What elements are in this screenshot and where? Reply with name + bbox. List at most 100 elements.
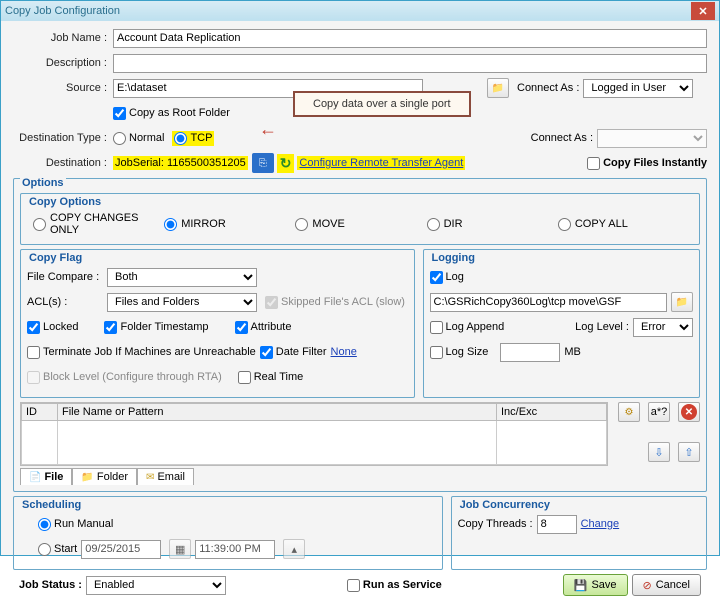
time-spinner: ▴: [283, 539, 305, 559]
callout-arrow-icon: ←: [259, 119, 277, 140]
wildcard-button[interactable]: a*?: [648, 402, 670, 422]
tab-email[interactable]: Email: [137, 468, 194, 485]
import-icon: ⇩: [654, 446, 663, 459]
opt-dir-radio[interactable]: DIR: [427, 212, 556, 236]
acl-label: ACL(s) :: [27, 296, 107, 308]
start-radio[interactable]: Start: [38, 543, 77, 556]
jobname-input[interactable]: [113, 29, 707, 48]
add-pattern-button[interactable]: [618, 402, 640, 422]
opt-all-radio[interactable]: COPY ALL: [558, 212, 687, 236]
copyoptions-legend: Copy Options: [27, 196, 103, 208]
gear-icon: [625, 406, 634, 418]
mb-label: MB: [564, 346, 581, 358]
save-button[interactable]: Save: [563, 574, 628, 596]
opt-mirror-radio[interactable]: MIRROR: [164, 212, 293, 236]
description-input[interactable]: [113, 54, 707, 73]
cancel-button[interactable]: Cancel: [632, 574, 701, 596]
configure-agent-link[interactable]: Configure Remote Transfer Agent: [297, 156, 465, 170]
threads-input[interactable]: [537, 515, 577, 534]
desttype-normal-radio[interactable]: Normal: [113, 132, 164, 145]
filecompare-select[interactable]: Both: [107, 268, 257, 287]
browse-log-button[interactable]: [671, 292, 693, 312]
save-icon: [574, 579, 588, 592]
delete-icon: ✕: [681, 404, 697, 420]
col-name: File Name or Pattern: [58, 404, 497, 421]
window: Copy Job Configuration ✕ Job Name : Desc…: [0, 0, 720, 556]
folder-icon: [676, 296, 688, 308]
refresh-icon: ↻: [280, 155, 292, 171]
mail-icon: [146, 471, 154, 483]
wildcard-label: a*?: [651, 406, 668, 418]
log-size-input[interactable]: [500, 343, 560, 362]
calendar-button: ▦: [169, 539, 191, 559]
log-checkbox[interactable]: Log: [430, 271, 464, 284]
close-button[interactable]: ✕: [691, 2, 715, 20]
folder-icon: [81, 471, 93, 483]
opt-changes-radio[interactable]: COPY CHANGES ONLY: [33, 212, 162, 236]
cancel-icon: [643, 579, 652, 592]
connectas2-select: [597, 129, 707, 148]
folder-icon: [492, 82, 504, 94]
tab-file[interactable]: File: [20, 468, 72, 485]
destination-label: Destination :: [13, 157, 113, 169]
datefilter-link[interactable]: None: [331, 346, 357, 358]
import-button[interactable]: ⇩: [648, 442, 670, 462]
col-incexc: Inc/Exc: [497, 404, 607, 421]
terminate-checkbox[interactable]: Terminate Job If Machines are Unreachabl…: [27, 346, 256, 359]
folder-ts-checkbox[interactable]: Folder Timestamp: [104, 321, 208, 334]
concurrency-fieldset: Job Concurrency Copy Threads : Change: [451, 496, 707, 570]
table-row[interactable]: [22, 421, 607, 465]
log-size-checkbox[interactable]: Log Size: [430, 346, 489, 359]
delete-pattern-button[interactable]: ✕: [678, 402, 700, 422]
pattern-grid[interactable]: ID File Name or Pattern Inc/Exc: [21, 403, 607, 465]
jobstatus-label: Job Status :: [19, 579, 82, 591]
log-append-checkbox[interactable]: Log Append: [430, 321, 505, 334]
source-label: Source :: [13, 82, 113, 94]
connectas-label: Connect As :: [517, 82, 579, 94]
skipped-acl-checkbox: Skipped File's ACL (slow): [265, 296, 405, 309]
block-level-checkbox: Block Level (Configure through RTA): [27, 371, 222, 384]
log-path-input[interactable]: [430, 293, 667, 312]
connectas2-label: Connect As :: [531, 132, 593, 144]
file-icon: [29, 471, 41, 483]
tab-folder[interactable]: Folder: [72, 468, 137, 485]
copyoptions-fieldset: Copy Options COPY CHANGES ONLY MIRROR MO…: [20, 193, 700, 245]
copy-icon: ⎘: [254, 154, 272, 172]
realtime-checkbox[interactable]: Real Time: [238, 371, 304, 384]
threads-label: Copy Threads :: [458, 518, 533, 530]
export-icon: ⇧: [684, 446, 693, 459]
acl-select[interactable]: Files and Folders: [107, 293, 257, 312]
opt-move-radio[interactable]: MOVE: [295, 212, 424, 236]
tabs: File Folder Email: [20, 468, 700, 485]
callout-box: Copy data over a single port: [293, 91, 471, 117]
refresh-button[interactable]: ↻: [277, 154, 295, 173]
browse-source-button[interactable]: [487, 78, 509, 98]
desttype-label: Destination Type :: [13, 132, 113, 144]
change-link[interactable]: Change: [581, 518, 620, 530]
jobname-label: Job Name :: [13, 32, 113, 44]
jobstatus-select[interactable]: Enabled: [86, 576, 226, 595]
options-fieldset: Options Copy Options COPY CHANGES ONLY M…: [13, 178, 707, 492]
copy-instantly-checkbox[interactable]: Copy Files Instantly: [587, 157, 707, 170]
loglevel-label: Log Level :: [575, 321, 629, 333]
loglevel-select[interactable]: Error: [633, 318, 693, 337]
scheduling-fieldset: Scheduling Run Manual Start ▦ ▴: [13, 496, 443, 570]
logging-fieldset: Logging Log Log Append Log Level : Error…: [423, 249, 700, 398]
attribute-checkbox[interactable]: Attribute: [235, 321, 292, 334]
titlebar: Copy Job Configuration ✕: [1, 1, 719, 21]
connectas-select[interactable]: Logged in User: [583, 79, 693, 98]
options-legend: Options: [20, 177, 66, 189]
desttype-tcp-radio[interactable]: TCP: [172, 131, 214, 146]
locked-checkbox[interactable]: Locked: [27, 321, 78, 334]
run-manual-radio[interactable]: Run Manual: [38, 518, 113, 531]
datefilter-checkbox[interactable]: Date Filter: [260, 346, 327, 359]
col-id: ID: [22, 404, 58, 421]
copy-as-root-checkbox[interactable]: Copy as Root Folder: [113, 107, 230, 120]
copyflag-legend: Copy Flag: [27, 252, 84, 264]
run-service-checkbox[interactable]: Run as Service: [347, 579, 442, 592]
concurrency-legend: Job Concurrency: [458, 499, 552, 511]
copy-serial-button[interactable]: ⎘: [252, 153, 274, 173]
export-button[interactable]: ⇧: [678, 442, 700, 462]
copyflag-fieldset: Copy Flag File Compare :Both ACL(s) :Fil…: [20, 249, 415, 398]
description-label: Description :: [13, 57, 113, 69]
